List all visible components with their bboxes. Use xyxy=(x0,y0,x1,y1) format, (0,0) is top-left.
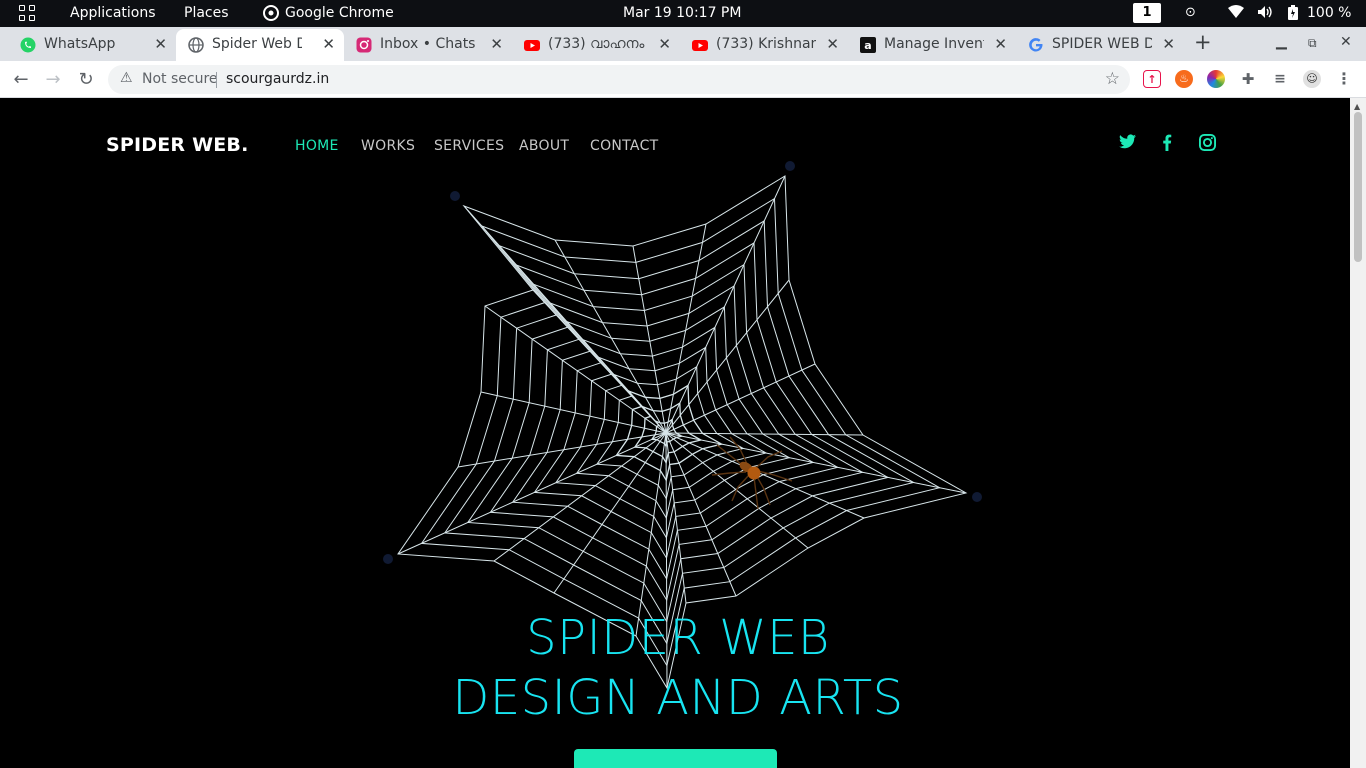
nav-services[interactable]: SERVICES xyxy=(434,138,504,154)
tab-title: (733) വാഹനം ക xyxy=(548,36,648,52)
clock[interactable]: Mar 19 10:17 PM xyxy=(623,5,741,21)
tab-google[interactable]: SPIDER WEB D ✕ xyxy=(1016,29,1184,61)
address-bar[interactable]: ⚠ Not secure scourgaurdz.in ☆ xyxy=(108,65,1130,94)
anchor-points xyxy=(383,161,982,564)
nav-works[interactable]: WORKS xyxy=(361,138,415,154)
facebook-icon[interactable] xyxy=(1157,134,1177,154)
tab-spider-web-active[interactable]: Spider Web De ✕ xyxy=(176,29,344,61)
close-tab-icon[interactable]: ✕ xyxy=(994,35,1007,53)
extensions-puzzle-icon[interactable]: ✚ xyxy=(1239,70,1257,88)
reload-button[interactable]: ↻ xyxy=(75,69,97,91)
profile-avatar[interactable]: ☺ xyxy=(1303,70,1321,88)
applications-menu[interactable]: Applications xyxy=(70,5,156,21)
page-scrollbar[interactable]: ▲ xyxy=(1350,98,1366,768)
wifi-icon[interactable] xyxy=(1228,5,1244,23)
tab-amazon[interactable]: a Manage Invent ✕ xyxy=(848,29,1016,61)
svg-text:a: a xyxy=(864,39,871,52)
security-label[interactable]: Not secure xyxy=(142,71,218,87)
twitter-icon[interactable] xyxy=(1117,134,1137,154)
battery-icon[interactable] xyxy=(1288,5,1298,24)
scroll-up-arrow-icon[interactable]: ▲ xyxy=(1354,102,1360,111)
youtube-icon xyxy=(692,40,708,51)
whatsapp-icon xyxy=(20,37,36,53)
tab-title: SPIDER WEB D xyxy=(1052,36,1152,52)
nav-contact[interactable]: CONTACT xyxy=(590,138,659,154)
restore-button[interactable]: ⧉ xyxy=(1308,36,1317,51)
site-logo[interactable]: SPIDER WEB. xyxy=(106,134,249,156)
extension-fire-icon[interactable]: ♨ xyxy=(1175,70,1193,88)
browser-toolbar: ← → ↻ ⚠ Not secure scourgaurdz.in ☆ ↑ ♨ … xyxy=(0,61,1366,98)
minimize-button[interactable]: ▁ xyxy=(1276,34,1287,50)
warning-icon[interactable]: ⚠ xyxy=(120,70,133,86)
instagram-icon xyxy=(356,37,372,53)
window-close-button[interactable]: ✕ xyxy=(1340,34,1352,50)
close-tab-icon[interactable]: ✕ xyxy=(322,35,335,53)
tab-youtube-2[interactable]: (733) Krishnan ✕ xyxy=(680,29,848,61)
close-tab-icon[interactable]: ✕ xyxy=(1162,35,1175,53)
google-icon xyxy=(1029,38,1043,52)
youtube-icon xyxy=(524,40,540,51)
tab-whatsapp[interactable]: WhatsApp ✕ xyxy=(8,29,176,61)
browser-tab-strip: WhatsApp ✕ Spider Web De ✕ Inbox • Chats… xyxy=(0,27,1366,61)
nav-about[interactable]: ABOUT xyxy=(519,138,569,154)
chrome-app-icon[interactable] xyxy=(263,5,279,22)
scrollbar-thumb[interactable] xyxy=(1354,112,1362,262)
close-tab-icon[interactable]: ✕ xyxy=(826,35,839,53)
page-viewport: SPIDER WEB. HOME WORKS SERVICES ABOUT CO… xyxy=(0,98,1350,768)
tab-title: (733) Krishnan xyxy=(716,36,816,52)
tab-title: Manage Invent xyxy=(884,36,984,52)
chrome-menu-icon[interactable]: ⋮ xyxy=(1335,70,1353,88)
extension-color-wheel-icon[interactable] xyxy=(1207,70,1225,88)
tab-title: Spider Web De xyxy=(212,36,302,52)
volume-icon[interactable] xyxy=(1257,5,1273,23)
divider xyxy=(216,72,217,88)
nav-home[interactable]: HOME xyxy=(295,138,339,154)
hero-cta-button[interactable] xyxy=(574,749,777,768)
tab-title: Inbox • Chats xyxy=(380,36,476,52)
forward-button[interactable]: → xyxy=(42,69,64,91)
hero-line-1: SPIDER WEB xyxy=(526,610,830,666)
system-top-bar: Applications Places Google Chrome Mar 19… xyxy=(0,0,1366,27)
active-app-label[interactable]: Google Chrome xyxy=(285,5,394,21)
apps-grid-icon[interactable] xyxy=(19,5,37,23)
hero-heading: SPIDER WEB DESIGN AND ARTS xyxy=(0,608,1350,728)
back-button[interactable]: ← xyxy=(10,69,32,91)
hero-line-2: DESIGN AND ARTS xyxy=(452,670,904,726)
new-tab-button[interactable]: + xyxy=(1194,30,1212,54)
close-tab-icon[interactable]: ✕ xyxy=(154,35,167,53)
bookmark-star-icon[interactable]: ☆ xyxy=(1105,69,1120,89)
globe-icon xyxy=(188,37,204,53)
places-menu[interactable]: Places xyxy=(184,5,229,21)
extension-upload-icon[interactable]: ↑ xyxy=(1143,70,1161,88)
media-queue-icon[interactable]: ≡ xyxy=(1271,70,1289,88)
url-text[interactable]: scourgaurdz.in xyxy=(226,71,329,87)
night-light-icon: ⊙ xyxy=(1185,5,1196,20)
tab-youtube-1[interactable]: (733) വാഹനം ക ✕ xyxy=(512,29,680,61)
tab-title: WhatsApp xyxy=(44,36,116,52)
close-tab-icon[interactable]: ✕ xyxy=(490,35,503,53)
battery-percent[interactable]: 100 % xyxy=(1307,5,1351,21)
workspace-indicator[interactable]: 1 xyxy=(1133,3,1161,23)
tab-instagram[interactable]: Inbox • Chats ✕ xyxy=(344,29,512,61)
amazon-icon: a xyxy=(860,37,876,53)
instagram-icon[interactable] xyxy=(1197,134,1217,154)
spider-icon xyxy=(711,436,793,510)
close-tab-icon[interactable]: ✕ xyxy=(658,35,671,53)
